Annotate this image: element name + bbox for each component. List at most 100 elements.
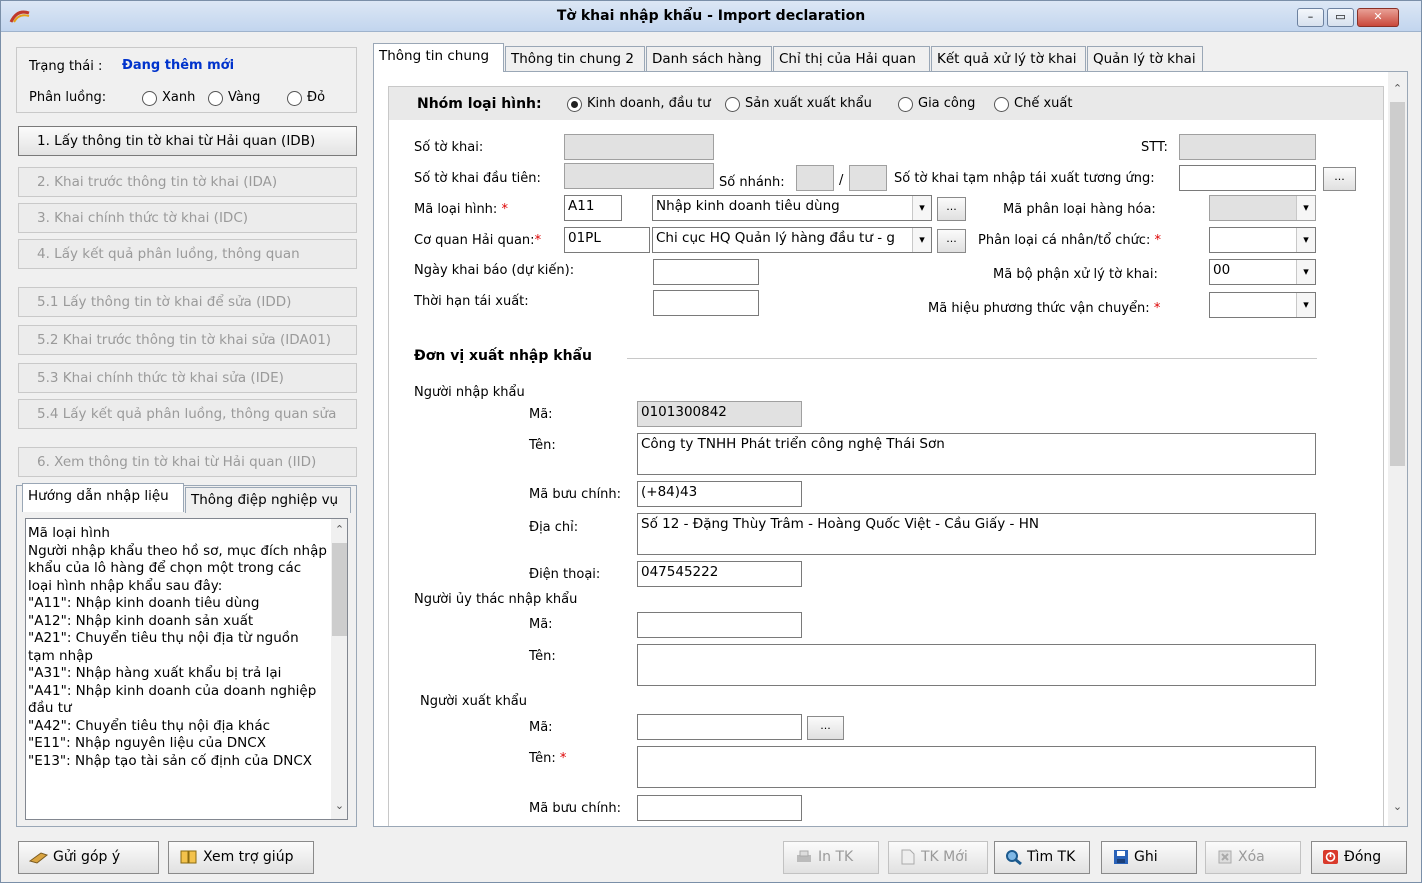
importer-name-field[interactable]: Công ty TNHH Phát triển công nghệ Thái S… [637, 433, 1316, 475]
importer-postal-label: Mã bưu chính: [529, 487, 622, 502]
importer-heading: Người nhập khẩu [414, 385, 525, 400]
exporter-postal-field[interactable] [637, 795, 802, 821]
step-iid-button[interactable]: 6. Xem thông tin tờ khai từ Hải quan (II… [18, 447, 357, 477]
step-result-button[interactable]: 4. Lấy kết quả phân luồng, thông quan [18, 239, 357, 269]
tab-goods-list[interactable]: Danh sách hàng [646, 46, 772, 72]
find-declaration-label: Tìm TK [1027, 849, 1076, 865]
new-declaration-label: TK Mới [921, 849, 968, 865]
delete-button[interactable]: Xóa [1205, 841, 1301, 874]
print-button[interactable]: In TK [783, 841, 879, 874]
channel-red-radio[interactable] [287, 91, 302, 106]
reexport-deadline-field[interactable] [653, 290, 759, 316]
channel-yellow-radio[interactable] [208, 91, 223, 106]
branch-no-field[interactable] [796, 165, 834, 191]
importer-address-field[interactable]: Số 12 - Đặng Thùy Trâm - Hoàng Quốc Việt… [637, 513, 1316, 555]
step-ide-button[interactable]: 5.3 Khai chính thức tờ khai sửa (IDE) [18, 363, 357, 393]
help-scroll-thumb[interactable] [332, 543, 347, 636]
tab-customs-instructions[interactable]: Chỉ thị của Hải quan [773, 46, 930, 72]
importer-phone-field[interactable]: 047545222 [637, 561, 802, 587]
step-ida01-button[interactable]: 5.2 Khai trước thông tin tờ khai sửa (ID… [18, 325, 357, 355]
close-window-button[interactable]: ✕ [1357, 8, 1399, 27]
main-scrollbar[interactable]: ⌃ ⌄ [1388, 72, 1407, 826]
view-help-button[interactable]: Xem trợ giúp [168, 841, 314, 874]
new-declaration-button[interactable]: TK Mới [888, 841, 988, 874]
scroll-down-icon[interactable]: ⌄ [1389, 800, 1406, 813]
importer-code-field[interactable]: 0101300842 [637, 401, 802, 427]
chevron-down-icon[interactable]: ▾ [1296, 293, 1315, 317]
maximize-button[interactable]: ▭ [1327, 8, 1354, 27]
main-scroll-thumb[interactable] [1390, 102, 1405, 466]
help-textbox[interactable]: Mã loại hình Người nhập khẩu theo hồ sơ,… [25, 518, 348, 820]
scroll-up-icon[interactable]: ⌃ [331, 523, 347, 536]
channel-red-label: Đỏ [307, 90, 326, 105]
step-idd-button[interactable]: 5.1 Lấy thông tin tờ khai để sửa (IDD) [18, 287, 357, 317]
chevron-down-icon[interactable]: ▾ [1296, 260, 1315, 284]
customs-office-browse-button[interactable]: ... [937, 229, 966, 253]
step-idb-button[interactable]: 1. Lấy thông tin tờ khai từ Hải quan (ID… [18, 126, 357, 156]
printer-icon [797, 850, 811, 862]
section-divider [627, 358, 1317, 359]
importer-address-label: Địa chỉ: [529, 520, 579, 535]
channel-green-radio[interactable] [142, 91, 157, 106]
group-business-radio[interactable] [567, 97, 582, 112]
title-bar: Tờ khai nhập khẩu - Import declaration –… [1, 1, 1421, 32]
temp-import-field[interactable] [1179, 165, 1316, 191]
trustee-code-field[interactable] [637, 612, 802, 638]
scroll-down-icon[interactable]: ⌄ [331, 799, 347, 812]
importer-postal-field[interactable]: (+84)43 [637, 481, 802, 507]
section-import-export-units: Đơn vị xuất nhập khẩu [414, 348, 592, 364]
group-processing-label: Gia công [918, 96, 976, 111]
feedback-button[interactable]: Gửi góp ý [18, 841, 159, 874]
declaration-form: Nhóm loại hình: Kinh doanh, đầu tư Sản x… [388, 86, 1384, 826]
group-processing-radio[interactable] [898, 97, 913, 112]
exporter-name-field[interactable] [637, 746, 1316, 788]
group-production-radio[interactable] [725, 97, 740, 112]
type-code-input[interactable]: A11 [564, 195, 622, 221]
tab-processing-result[interactable]: Kết quả xử lý tờ khai [931, 46, 1086, 72]
find-declaration-button[interactable]: Tìm TK [994, 841, 1090, 874]
send-feedback-icon [29, 852, 49, 864]
tab-input-guide[interactable]: Hướng dẫn nhập liệu [22, 483, 184, 512]
scroll-up-icon[interactable]: ⌃ [1389, 82, 1406, 95]
temp-import-browse-button[interactable]: ... [1323, 167, 1356, 191]
declaration-date-field[interactable] [653, 259, 759, 285]
help-scrollbar[interactable]: ⌃ ⌄ [331, 519, 347, 819]
exporter-code-field[interactable] [637, 714, 802, 740]
customs-office-select[interactable]: Chi cục HQ Quản lý hàng đầu tư - g ▾ [652, 227, 932, 253]
channel-label: Phân luồng: [29, 90, 107, 105]
goods-class-select[interactable]: ▾ [1209, 195, 1316, 221]
delete-label: Xóa [1238, 849, 1265, 865]
customs-office-code-input[interactable]: 01PL [564, 227, 650, 253]
group-type-label: Nhóm loại hình: [417, 96, 542, 112]
exporter-browse-button[interactable]: ... [807, 716, 844, 740]
first-declaration-label: Số tờ khai đầu tiên: [414, 171, 541, 186]
first-declaration-field[interactable] [564, 163, 714, 189]
trustee-name-field[interactable] [637, 644, 1316, 686]
group-type-bar: Nhóm loại hình: Kinh doanh, đầu tư Sản x… [389, 87, 1383, 120]
close-button[interactable]: Đóng [1311, 841, 1407, 874]
step-result-edit-button[interactable]: 5.4 Lấy kết quả phân luồng, thông quan s… [18, 399, 357, 429]
step-ida-button[interactable]: 2. Khai trước thông tin tờ khai (IDA) [18, 167, 357, 197]
tab-declaration-management[interactable]: Quản lý tờ khai [1087, 46, 1203, 72]
processing-unit-select[interactable]: 00 ▾ [1209, 259, 1316, 285]
transport-mode-select[interactable]: ▾ [1209, 292, 1316, 318]
importer-phone-label: Điện thoại: [529, 567, 601, 582]
save-button[interactable]: Ghi [1101, 841, 1197, 874]
chevron-down-icon[interactable]: ▾ [1296, 196, 1315, 220]
minimize-button[interactable]: – [1297, 8, 1324, 27]
tab-general-info[interactable]: Thông tin chung [373, 43, 504, 72]
stt-field[interactable] [1179, 134, 1316, 160]
step-idc-button[interactable]: 3. Khai chính thức tờ khai (IDC) [18, 203, 357, 233]
type-browse-button[interactable]: ... [937, 197, 966, 221]
entity-type-select[interactable]: ▾ [1209, 227, 1316, 253]
status-panel: Trạng thái : Đang thêm mới Phân luồng: X… [16, 47, 357, 113]
chevron-down-icon[interactable]: ▾ [912, 196, 931, 220]
tab-business-message[interactable]: Thông điệp nghiệp vụ [185, 487, 351, 513]
group-epe-radio[interactable] [994, 97, 1009, 112]
declaration-no-field[interactable] [564, 134, 714, 160]
tab-general-info-2[interactable]: Thông tin chung 2 [505, 46, 645, 72]
chevron-down-icon[interactable]: ▾ [912, 228, 931, 252]
type-name-select[interactable]: Nhập kinh doanh tiêu dùng ▾ [652, 195, 932, 221]
chevron-down-icon[interactable]: ▾ [1296, 228, 1315, 252]
branch-total-field[interactable] [849, 165, 887, 191]
